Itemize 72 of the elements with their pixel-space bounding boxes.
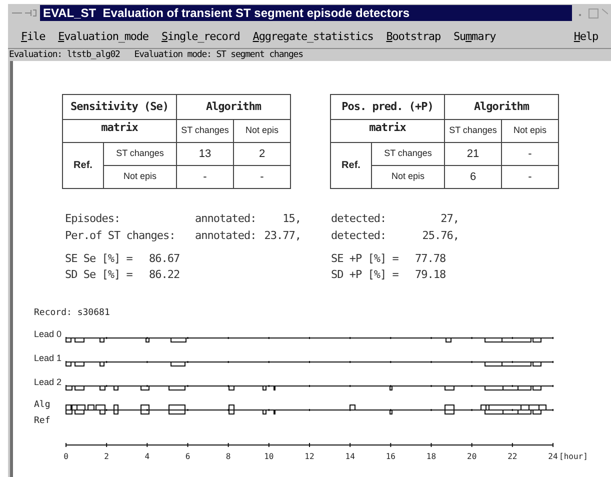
- column-header: ST changes: [444, 120, 502, 142]
- row-header: ST changes: [372, 142, 444, 166]
- lead-label: Lead 0: [34, 329, 62, 339]
- menu-item[interactable]: Help: [572, 28, 599, 46]
- stat-label: detected:: [331, 228, 388, 244]
- table-cell: 13: [176, 142, 234, 166]
- maximize-icon[interactable]: [588, 8, 599, 18]
- stat-label: Per.of ST changes:: [65, 228, 176, 244]
- row-header: ST changes: [104, 142, 176, 166]
- axis-tick-label: 14: [345, 452, 355, 461]
- stat-label: annotated:: [195, 228, 258, 244]
- record-label: Record: s30681: [34, 308, 110, 318]
- menu-item[interactable]: Evaluation_mode: [57, 28, 150, 46]
- lead-label: Lead 2: [34, 377, 62, 387]
- matrix-title: Pos. pred. (+P): [330, 94, 444, 120]
- lead-label: Lead 1: [34, 353, 62, 363]
- matrix-subtitle: matrix: [330, 120, 444, 142]
- window-title: EVAL_ST Evaluation of transient ST segment episode detectors: [40, 5, 572, 21]
- menu-item[interactable]: Single_record: [160, 28, 241, 46]
- axis-tick-label: 24: [548, 452, 558, 461]
- score-value: 86.22: [149, 266, 181, 283]
- axis-tick-label: 20: [467, 452, 477, 461]
- axis-tick-label: 22: [508, 452, 518, 461]
- stat-value: 25.76,: [421, 228, 459, 244]
- axis-tick-label: 2: [104, 452, 109, 461]
- stat-label: annotated:: [195, 211, 258, 228]
- menu-item[interactable]: Bootstrap: [385, 28, 442, 46]
- row-header: Not epis: [372, 166, 444, 188]
- menu-item[interactable]: File: [20, 28, 46, 46]
- score-label: SE +P [%] =: [331, 250, 400, 267]
- column-group-header: Algorithm: [444, 94, 558, 120]
- stat-label: detected:: [331, 211, 388, 228]
- menu-item[interactable]: Summary: [452, 28, 497, 46]
- axis-tick-label: 4: [144, 452, 150, 461]
- row-header: Not epis: [104, 166, 176, 188]
- column-header: Not epis: [502, 120, 558, 142]
- matrix-title: Sensitivity (Se): [62, 94, 176, 120]
- axis-tick-label: 0: [64, 452, 68, 461]
- table-cell: -: [176, 166, 234, 188]
- axis-tick-label: 18: [426, 452, 436, 461]
- table-cell: 21: [444, 142, 502, 166]
- menu-item[interactable]: Aggregate_statistics: [252, 28, 374, 46]
- table-cell: 6: [444, 166, 502, 188]
- score-value: 79.18: [415, 266, 447, 283]
- matrix-subtitle: matrix: [62, 120, 176, 142]
- axis-tick-label: 6: [185, 452, 190, 461]
- score-value: 77.78: [415, 250, 447, 267]
- table-cell: 2: [234, 142, 290, 166]
- axis-unit-label: [hour]: [559, 452, 588, 461]
- axis-tick-label: 12: [304, 452, 314, 461]
- score-label: SE Se [%] =: [65, 250, 134, 267]
- window-menu-icon[interactable]: [11, 8, 37, 18]
- column-group-header: Algorithm: [176, 94, 290, 120]
- trace-label: Ref: [34, 416, 50, 426]
- trace-label: Alg: [34, 400, 50, 410]
- row-group-header: Ref.: [330, 142, 372, 188]
- stat-value: 27,: [440, 211, 459, 228]
- column-header: Not epis: [234, 120, 290, 142]
- table-cell: -: [502, 142, 558, 166]
- stat-label: Episodes:: [65, 211, 122, 228]
- axis-tick-label: 8: [226, 452, 231, 461]
- score-label: SD +P [%] =: [331, 266, 400, 283]
- axis-tick-label: 10: [264, 452, 274, 461]
- score-value: 86.67: [149, 250, 181, 267]
- stat-value: 23.77,: [263, 228, 301, 244]
- column-header: ST changes: [176, 120, 234, 142]
- row-group-header: Ref.: [62, 142, 104, 188]
- score-label: SD Se [%] =: [65, 266, 134, 283]
- table-cell: -: [234, 166, 290, 188]
- axis-tick-label: 16: [386, 452, 396, 461]
- table-cell: -: [502, 166, 558, 188]
- stat-value: 15,: [282, 211, 301, 228]
